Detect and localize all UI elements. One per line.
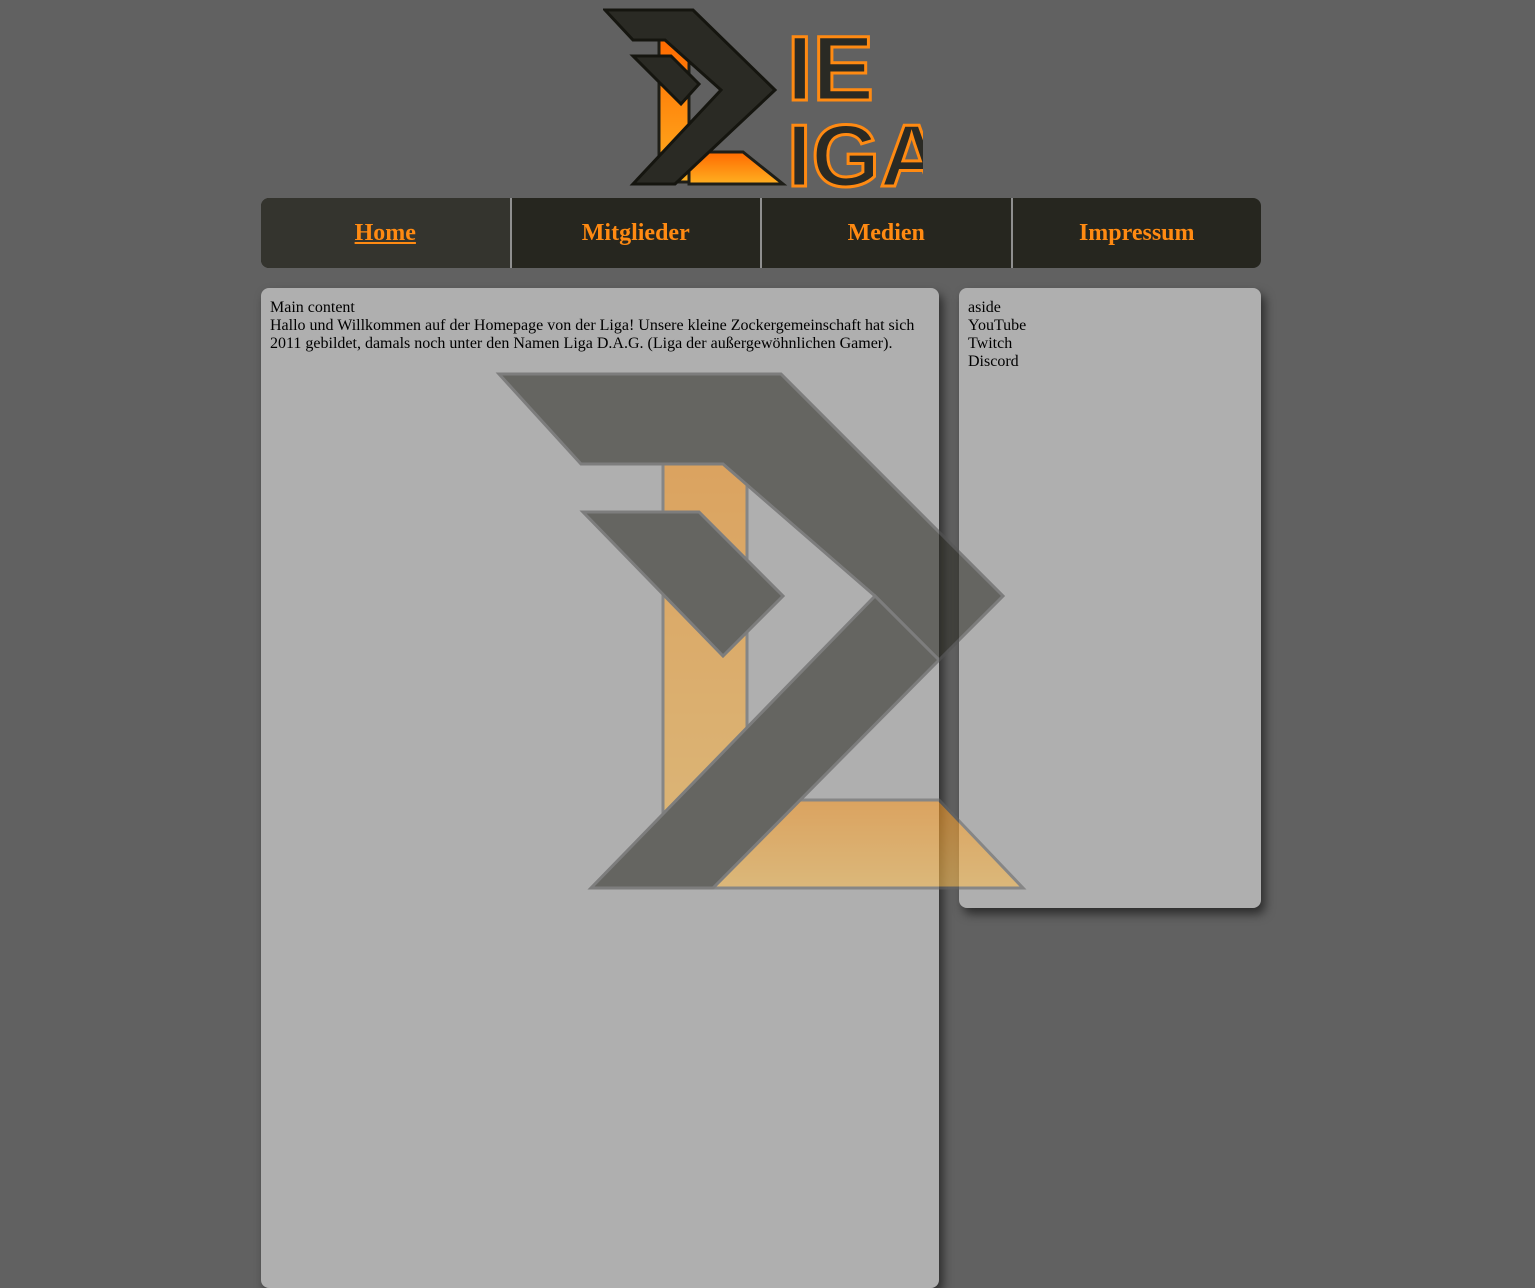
main-content-panel: Main content Hallo und Willkommen auf de… [261,288,939,1288]
die-liga-logo-icon: IE IGA [601,8,945,207]
twitch-link[interactable]: Twitch [968,335,1249,353]
nav-item-impressum[interactable]: Impressum [1013,198,1262,268]
logo-text-ie: IE [786,17,876,122]
nav-item-medien[interactable]: Medien [762,198,1013,268]
main-navigation: Home Mitglieder Medien Impressum [261,198,1261,268]
site-logo[interactable]: IE IGA [601,8,945,207]
main-heading: Main content [270,299,355,316]
aside-heading: aside [968,299,1001,316]
nav-item-mitglieder[interactable]: Mitglieder [512,198,762,268]
youtube-link[interactable]: YouTube [968,317,1249,335]
svg-text:IE: IE [787,18,874,120]
svg-text:IGA: IGA [787,106,923,190]
logo-text-iga: IGA [786,105,945,207]
main-intro-text: Hallo und Willkommen auf der Homepage vo… [270,317,915,352]
discord-link[interactable]: Discord [968,353,1249,371]
nav-item-home[interactable]: Home [261,198,512,268]
aside-panel: aside YouTube Twitch Discord [959,288,1261,908]
